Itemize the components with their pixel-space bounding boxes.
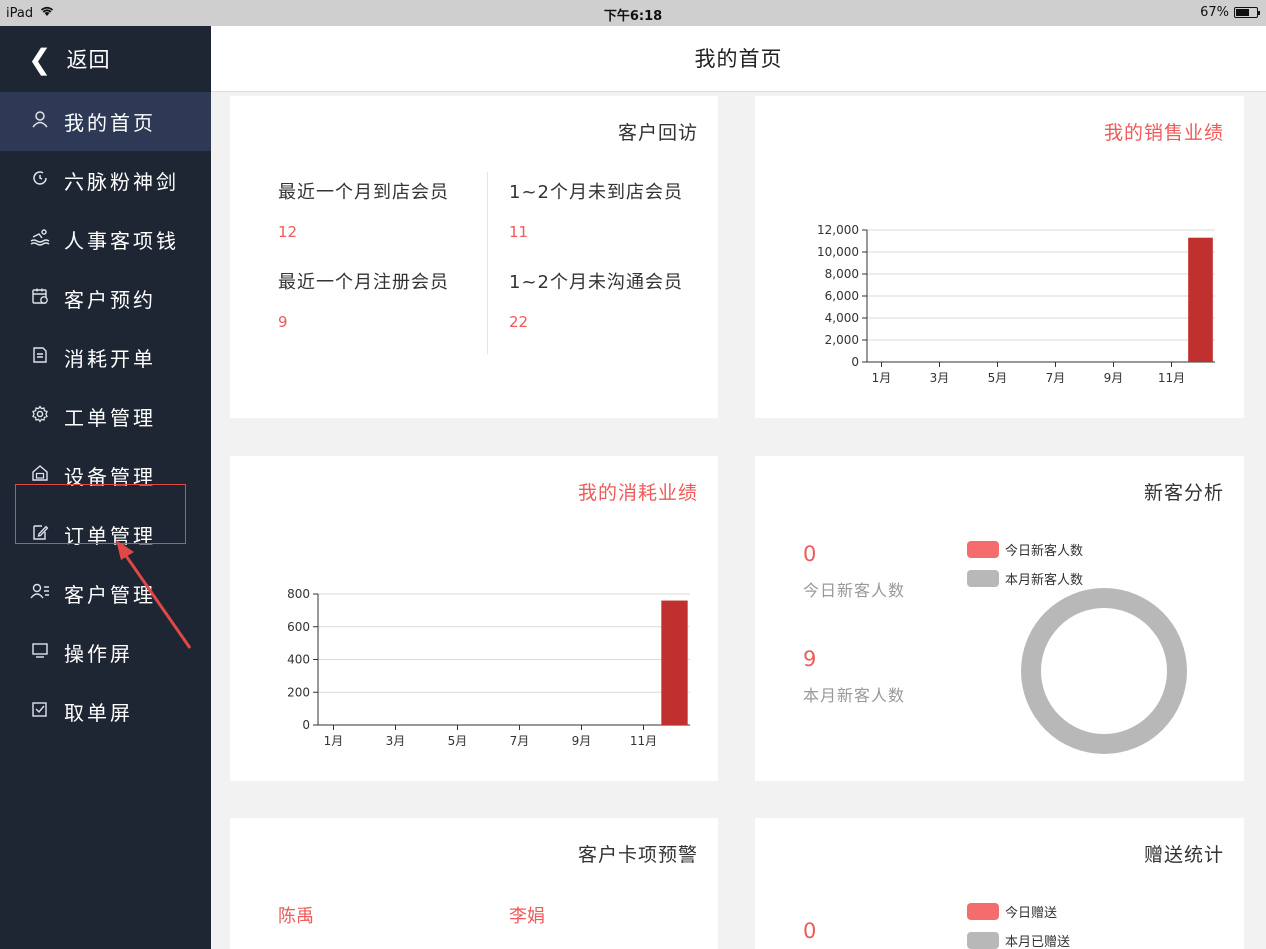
x-tick-label: 3月	[386, 734, 406, 748]
annotation-arrow-icon	[116, 540, 192, 649]
sidebar-item-work-order[interactable]: 工单管理	[0, 387, 211, 446]
sidebar-item-home[interactable]: 我的首页	[0, 92, 211, 151]
battery-icon	[1234, 7, 1260, 18]
gear-icon	[30, 405, 50, 428]
card-title: 客户卡项预警	[577, 844, 698, 866]
swim-icon	[30, 228, 50, 251]
y-tick-label: 10,000	[817, 245, 859, 259]
divider	[487, 172, 488, 354]
visit-label[interactable]: 最近一个月注册会员	[278, 268, 449, 294]
customer-visit-card: 客户回访 最近一个月到店会员 12 1~2个月未到店会员 11 最近一个月注册会…	[230, 96, 718, 418]
visit-label[interactable]: 最近一个月到店会员	[278, 178, 449, 204]
visit-value[interactable]: 11	[509, 223, 528, 241]
sidebar-item-label: 我的首页	[64, 111, 156, 135]
legend-swatch	[967, 903, 999, 920]
document-icon	[30, 346, 50, 369]
x-tick-label: 11月	[1158, 371, 1185, 385]
y-tick-label: 600	[287, 620, 310, 634]
calendar-icon	[30, 287, 50, 310]
card-title: 赠送统计	[1143, 844, 1224, 866]
x-tick-label: 1月	[872, 371, 892, 385]
visit-value[interactable]: 9	[278, 313, 288, 331]
legend-label: 本月已赠送	[1005, 935, 1071, 949]
y-tick-label: 4,000	[825, 311, 859, 325]
alert-customer-name[interactable]: 李娟	[509, 902, 545, 928]
y-tick-label: 800	[287, 587, 310, 601]
y-tick-label: 8,000	[825, 267, 859, 281]
user-icon	[30, 110, 50, 133]
status-time: 下午6:18	[603, 9, 663, 24]
y-tick-label: 200	[287, 685, 310, 699]
back-label: 返回	[66, 48, 111, 72]
legend-item[interactable]: 今日赠送	[967, 902, 1057, 921]
visit-value[interactable]: 22	[509, 313, 528, 331]
sidebar-item-label: 客户预约	[64, 288, 156, 312]
sidebar-item-liumai[interactable]: 六脉粉神剑	[0, 151, 211, 210]
gift-stats-card: 赠送统计 0 今日赠送 本月已赠送	[755, 818, 1244, 949]
legend-item[interactable]: 本月已赠送	[967, 931, 1070, 949]
x-tick-label: 5月	[988, 371, 1008, 385]
monitor-icon	[30, 641, 50, 664]
bar	[661, 600, 688, 725]
sidebar-item-consume-order[interactable]: 消耗开单	[0, 328, 211, 387]
battery-fill	[1236, 9, 1250, 16]
x-tick-label: 7月	[1046, 371, 1066, 385]
sidebar-item-label: 消耗开单	[64, 347, 156, 371]
card-alert-card: 客户卡项预警 陈禹 李娟	[230, 818, 718, 949]
x-tick-label: 11月	[630, 734, 657, 748]
sales-chart: 0 2,000 4,000 6,000 8,000 10,000 12,000 1月 3月 5月 7…	[817, 223, 1215, 385]
donut-slice	[1021, 588, 1187, 754]
alert-customer-name[interactable]: 陈禹	[278, 902, 314, 928]
battery-percent: 67%	[1200, 5, 1229, 20]
x-tick-label: 7月	[510, 734, 530, 748]
sidebar-item-label: 工单管理	[64, 406, 156, 430]
y-tick-label: 0	[302, 718, 310, 732]
status-bar: iPad 下午6:18 67%	[0, 0, 1266, 26]
sidebar-item-renshi[interactable]: 人事客项钱	[0, 210, 211, 269]
sidebar-item-label: 人事客项钱	[64, 229, 179, 253]
chevron-left-icon: ❮	[28, 42, 53, 76]
bar	[1188, 237, 1213, 362]
users-list-icon	[30, 582, 50, 605]
y-tick-label: 0	[851, 355, 859, 369]
new-customer-donut-chart	[1021, 588, 1187, 754]
sidebar-item-appointment[interactable]: 客户预约	[0, 269, 211, 328]
visit-label[interactable]: 1~2个月未到店会员	[509, 178, 683, 204]
refresh-icon	[30, 169, 50, 192]
card-title: 客户回访	[617, 122, 698, 144]
x-tick-label: 9月	[1104, 371, 1124, 385]
x-tick-label: 5月	[448, 734, 468, 748]
y-tick-label: 6,000	[825, 289, 859, 303]
sidebar-item-label: 六脉粉神剑	[64, 170, 179, 194]
gift-today-count: 0	[803, 919, 817, 943]
page-title: 我的首页	[211, 26, 1266, 92]
sidebar-item-label: 取单屏	[64, 701, 133, 725]
x-tick-label: 9月	[572, 734, 592, 748]
visit-label[interactable]: 1~2个月未沟通会员	[509, 268, 683, 294]
sales-performance-card: 我的销售业绩 0 2,000 4,000 6,000 8,000 10,000 12,000…	[755, 96, 1244, 418]
back-button[interactable]: ❮ 返回	[0, 26, 211, 92]
new-customer-card: 新客分析 0 今日新客人数 9 本月新客人数 今日新客人数 本月新客人数	[755, 456, 1244, 781]
sidebar-item-pickup-screen[interactable]: 取单屏	[0, 682, 211, 741]
y-tick-label: 2,000	[825, 333, 859, 347]
visit-value[interactable]: 12	[278, 223, 297, 241]
checkbox-icon	[30, 700, 50, 723]
x-tick-label: 3月	[930, 371, 950, 385]
legend-label: 今日赠送	[1005, 906, 1058, 921]
y-tick-label: 12,000	[817, 223, 859, 237]
legend-swatch	[967, 932, 999, 949]
consumption-performance-card: 我的消耗业绩 0 200 400 600 800 1月 3月 5月 7月 9月 11月	[230, 456, 718, 781]
consumption-chart: 0 200 400 600 800 1月 3月 5月 7月 9月 11月	[287, 587, 690, 748]
x-tick-label: 1月	[324, 734, 344, 748]
y-tick-label: 400	[287, 653, 310, 667]
